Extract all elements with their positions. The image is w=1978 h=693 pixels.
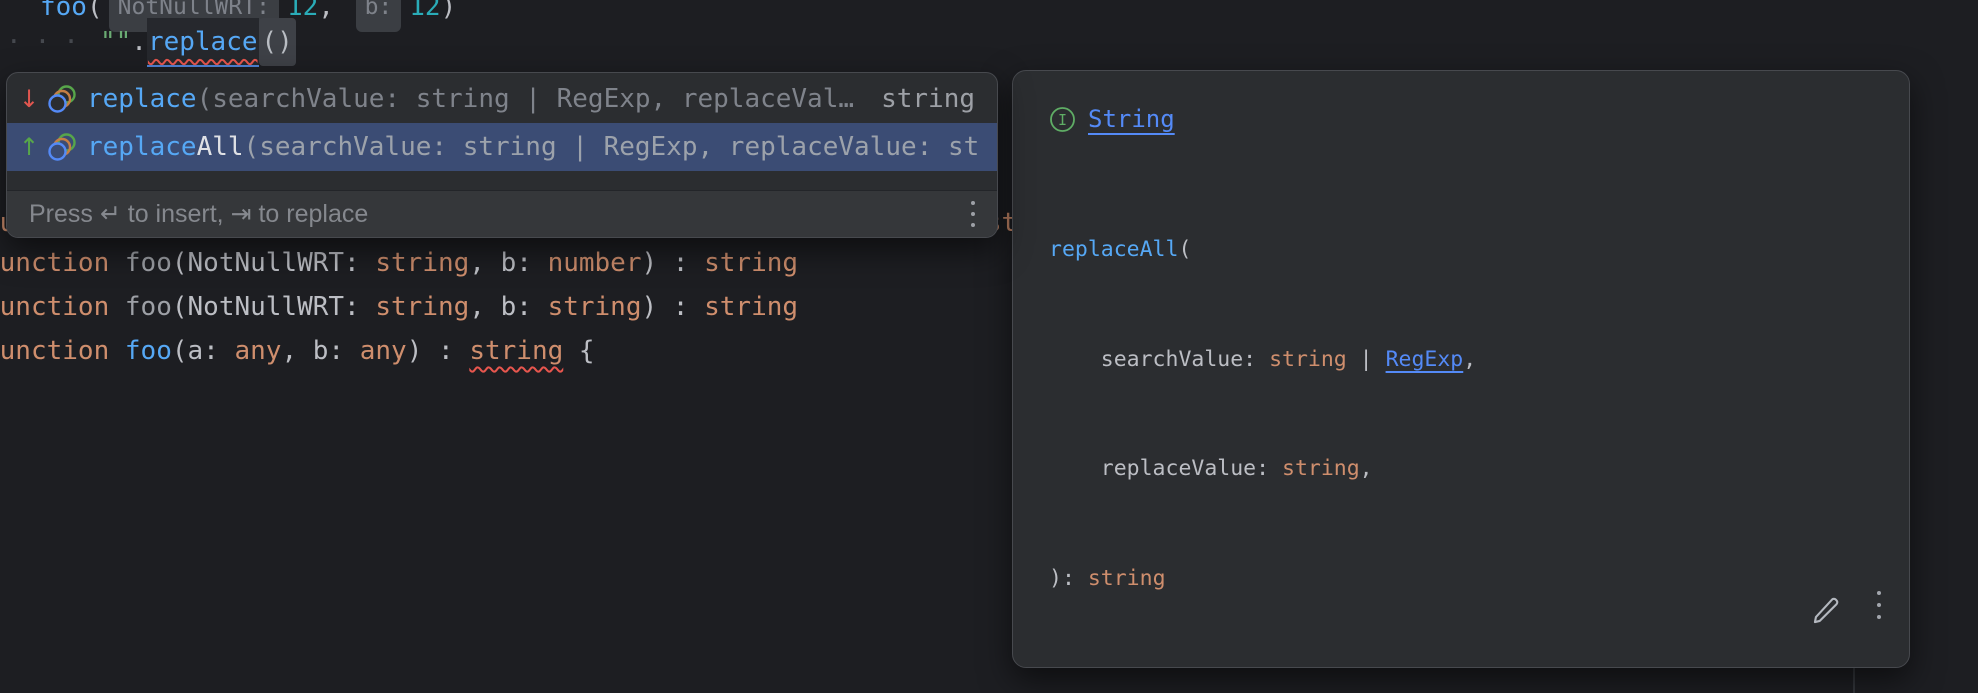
svg-text:I: I bbox=[1058, 111, 1067, 129]
documentation-popup: I String replaceAll( searchValue: string… bbox=[1012, 70, 1910, 668]
code-token: { bbox=[563, 329, 594, 373]
code-token: , b: bbox=[469, 285, 547, 329]
completion-item-name-match: replace bbox=[87, 123, 197, 171]
completion-popup-spacer bbox=[7, 171, 997, 190]
arrow-up-icon: ↑ bbox=[19, 135, 47, 159]
code-token: , bbox=[318, 0, 349, 29]
code-token: string bbox=[548, 285, 642, 329]
code-token: searchValue: bbox=[1049, 347, 1269, 372]
code-token: , b: bbox=[469, 241, 547, 285]
code-token: (NotNullWRT: bbox=[172, 241, 376, 285]
code-token: ): bbox=[1049, 566, 1088, 591]
code-token: string bbox=[1269, 347, 1347, 372]
code-token: | bbox=[1347, 347, 1386, 372]
code-token: string bbox=[1088, 566, 1166, 591]
code-token: ) : bbox=[641, 285, 704, 329]
code-token: ( bbox=[1178, 237, 1191, 262]
code-token: 12 bbox=[409, 0, 440, 29]
code-token: ) : bbox=[641, 241, 704, 285]
completion-footer: Press ↵ to insert, ⇥ to replace bbox=[7, 190, 997, 237]
code-token: "" bbox=[100, 20, 131, 64]
doc-signature-line: replaceValue: string, bbox=[1049, 451, 1909, 488]
code-token: (NotNullWRT: bbox=[172, 285, 376, 329]
method-icon bbox=[47, 132, 77, 162]
code-token: string bbox=[1282, 456, 1360, 481]
completion-popup: ↓ replace (searchValue: string | RegExp,… bbox=[6, 72, 998, 238]
completion-item-return-type: string bbox=[881, 75, 983, 123]
ide-editor-viewport: foo(NotNullWRT:12, b:12) ···"".replace()… bbox=[0, 0, 1978, 693]
doc-menu-kebab-icon[interactable] bbox=[1877, 591, 1881, 619]
doc-signature-line: ): string bbox=[1049, 561, 1909, 598]
replace-call: replace bbox=[147, 18, 259, 67]
regexp-link[interactable]: RegExp bbox=[1386, 347, 1464, 372]
code-token: ) : bbox=[407, 329, 470, 373]
code-token: replaceValue: bbox=[1049, 456, 1282, 481]
completion-item-name-rest: All bbox=[197, 123, 244, 171]
inlay-hint-b: b: bbox=[356, 0, 402, 32]
code-token: number bbox=[548, 241, 642, 285]
code-token: function bbox=[0, 285, 109, 329]
completion-item-signature: (searchValue: string | RegExp, replaceVa… bbox=[244, 123, 983, 171]
code-line-implementation: function foo(a: any, b: any) : string { bbox=[0, 329, 595, 373]
code-token: () bbox=[259, 18, 296, 66]
code-token bbox=[109, 329, 125, 373]
code-token: (a: bbox=[172, 329, 235, 373]
doc-title-string-link[interactable]: String bbox=[1088, 105, 1175, 133]
code-token: foo bbox=[125, 241, 172, 285]
completion-item-replaceall[interactable]: ↑ replace All (searchValue: string | Reg… bbox=[7, 123, 997, 171]
completion-menu-kebab-icon[interactable] bbox=[971, 201, 975, 227]
code-token: any bbox=[234, 329, 281, 373]
code-line-replace: ···"".replace() bbox=[6, 20, 296, 64]
completion-hint-text: Press ↵ to insert, ⇥ to replace bbox=[29, 199, 368, 229]
doc-signature-line: searchValue: string | RegExp, bbox=[1049, 342, 1909, 379]
edit-pencil-icon[interactable] bbox=[1809, 594, 1843, 633]
code-token: , bbox=[1463, 347, 1476, 372]
code-token: ··· bbox=[6, 20, 92, 64]
code-token: replaceAll bbox=[1049, 237, 1178, 262]
code-token: string bbox=[704, 241, 798, 285]
arrow-down-icon: ↓ bbox=[19, 87, 47, 111]
code-token: string bbox=[375, 241, 469, 285]
doc-signature: replaceAll( searchValue: string | RegExp… bbox=[1049, 159, 1909, 668]
code-line-overload-string: function foo(NotNullWRT: string, b: stri… bbox=[0, 285, 798, 329]
code-token: string bbox=[375, 285, 469, 329]
code-token bbox=[109, 285, 125, 329]
code-token: ) bbox=[441, 0, 457, 29]
code-token: string bbox=[469, 329, 563, 373]
code-token: foo bbox=[125, 285, 172, 329]
doc-signature-line: replaceAll( bbox=[1049, 232, 1909, 269]
code-token: any bbox=[360, 329, 407, 373]
completion-item-replace[interactable]: ↓ replace (searchValue: string | RegExp,… bbox=[7, 75, 997, 123]
completion-item-signature: (searchValue: string | RegExp, replaceVa… bbox=[197, 75, 870, 123]
code-line-overload-number: function foo(NotNullWRT: string, b: numb… bbox=[0, 241, 798, 285]
code-token: string bbox=[704, 285, 798, 329]
completion-item-name: replace bbox=[87, 75, 197, 123]
code-token bbox=[109, 241, 125, 285]
completion-list: ↓ replace (searchValue: string | RegExp,… bbox=[7, 73, 997, 171]
method-icon bbox=[47, 84, 77, 114]
code-token: , b: bbox=[281, 329, 359, 373]
code-token: . bbox=[131, 20, 147, 64]
interface-icon: I bbox=[1049, 106, 1076, 133]
code-token: function bbox=[0, 241, 109, 285]
doc-header: I String bbox=[1049, 105, 1909, 133]
code-token: foo bbox=[125, 329, 172, 373]
code-token: , bbox=[1360, 456, 1373, 481]
code-token: function bbox=[0, 329, 109, 373]
